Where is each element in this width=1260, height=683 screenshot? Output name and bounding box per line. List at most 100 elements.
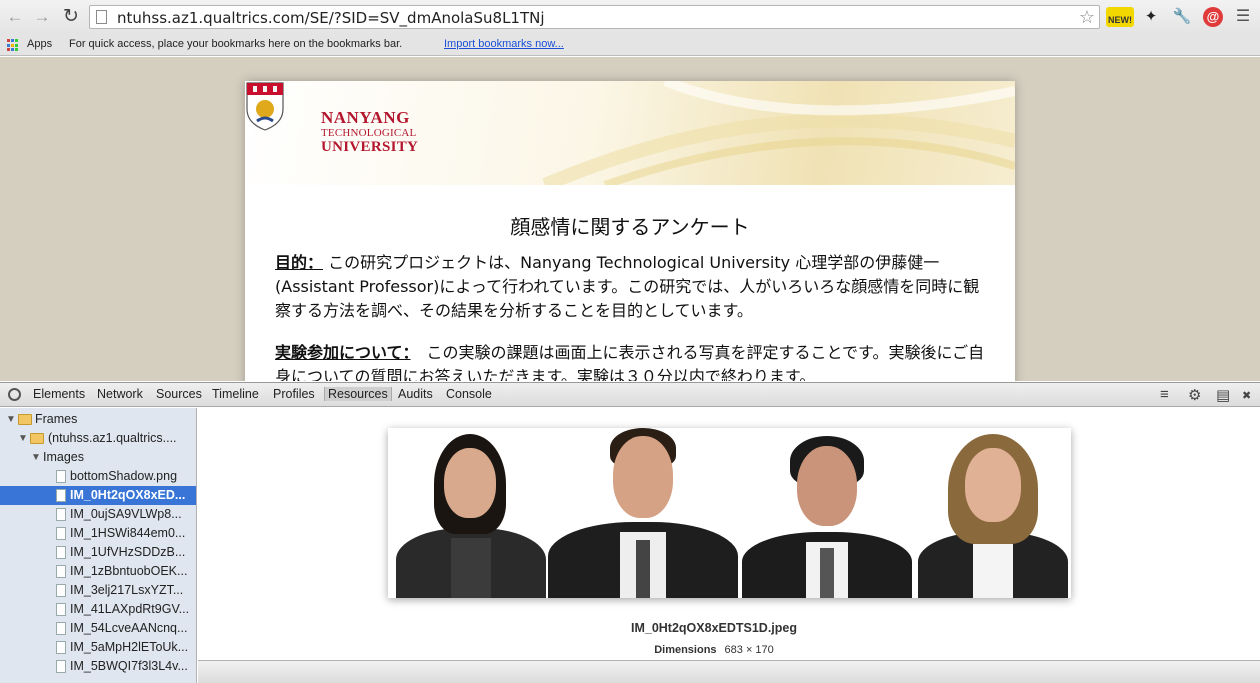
purpose-label: 目的： xyxy=(275,253,324,272)
tree-item-file[interactable]: IM_54LcveAANcnq... xyxy=(0,619,196,638)
tree-file-label: bottomShadow.png xyxy=(70,469,178,483)
tree-file-label: IM_0ujSA9VLWp8... xyxy=(70,507,182,521)
resources-sidebar: ▼ Frames ▼ (ntuhss.az1.qualtrics.... ▼ I… xyxy=(0,408,197,683)
bookmark-star-icon[interactable]: ☆ xyxy=(1079,7,1095,28)
folder-icon xyxy=(30,433,44,444)
apps-bookmark[interactable]: Apps xyxy=(27,38,52,50)
apps-grid-icon[interactable] xyxy=(7,39,20,52)
participation-paragraph: 実験参加について： この実験の課題は画面上に表示される写真を評定することです。実… xyxy=(275,341,985,381)
bookmarks-hint-text: For quick access, place your bookmarks h… xyxy=(69,38,403,50)
inspect-element-icon[interactable] xyxy=(8,388,21,401)
ntu-crest-icon xyxy=(246,82,284,131)
tree-file-label: IM_5BWQI7f3l3L4v... xyxy=(70,659,188,673)
tree-file-label: IM_1UfVHzSDDzB... xyxy=(70,545,186,559)
tree-item-file[interactable]: IM_3elj217LsxYZT... xyxy=(0,581,196,600)
tab-profiles[interactable]: Profiles xyxy=(273,387,315,401)
tree-item-frame[interactable]: ▼ (ntuhss.az1.qualtrics.... xyxy=(0,429,196,448)
tree-item-file[interactable]: IM_5BWQI7f3l3L4v... xyxy=(0,657,196,676)
photo-face xyxy=(797,446,857,526)
tree-item-file[interactable]: IM_1UfVHzSDDzB... xyxy=(0,543,196,562)
tree-item-images[interactable]: ▼ Images xyxy=(0,448,196,467)
dimensions-value: 683 × 170 xyxy=(724,644,774,656)
twitter-bird-icon[interactable]: ✦ xyxy=(1141,7,1161,27)
file-icon xyxy=(56,641,66,654)
expand-triangle-icon[interactable]: ▼ xyxy=(18,429,28,448)
tree-item-file[interactable]: IM_5aMpH2lEToUk... xyxy=(0,638,196,657)
bookmarks-bar: Apps For quick access, place your bookma… xyxy=(0,34,1260,56)
ntu-wordmark: NANYANG TECHNOLOGICAL UNIVERSITY xyxy=(321,109,418,155)
participation-label: 実験参加について： xyxy=(275,343,411,362)
tab-elements[interactable]: Elements xyxy=(33,387,85,401)
tree-item-file[interactable]: IM_41LAXpdRt9GV... xyxy=(0,600,196,619)
tree-file-label: IM_5aMpH2lEToUk... xyxy=(70,640,189,654)
photo-tie xyxy=(636,540,650,598)
settings-gear-icon[interactable]: ⚙ xyxy=(1188,386,1201,404)
survey-card: NANYANG TECHNOLOGICAL UNIVERSITY 顔感情に関する… xyxy=(245,81,1015,381)
console-drawer-icon[interactable]: ≡ xyxy=(1160,386,1169,403)
file-icon xyxy=(56,622,66,635)
page-icon xyxy=(96,10,107,24)
tree-label: Images xyxy=(43,450,84,464)
file-icon xyxy=(56,603,66,616)
page-viewport: NANYANG TECHNOLOGICAL UNIVERSITY 顔感情に関する… xyxy=(0,57,1260,381)
tab-audits[interactable]: Audits xyxy=(398,387,433,401)
address-bar[interactable]: ntuhss.az1.qualtrics.com/SE/?SID=SV_dmAn… xyxy=(89,5,1100,29)
face-photo-1 xyxy=(396,428,546,598)
image-preview xyxy=(388,428,1071,598)
tab-sources[interactable]: Sources xyxy=(156,387,202,401)
tab-resources[interactable]: Resources xyxy=(324,387,392,401)
address-url[interactable]: ntuhss.az1.qualtrics.com/SE/?SID=SV_dmAn… xyxy=(117,9,545,27)
image-dimensions: Dimensions 683 × 170 xyxy=(198,644,1230,656)
import-bookmarks-link[interactable]: Import bookmarks now... xyxy=(444,38,564,50)
file-icon xyxy=(56,584,66,597)
wrench-icon[interactable]: 🔧 xyxy=(1172,7,1192,27)
tab-network[interactable]: Network xyxy=(97,387,143,401)
devtools-tab-bar: Elements Network Sources Timeline Profil… xyxy=(0,382,1260,407)
purpose-text: この研究プロジェクトは、Nanyang Technological Univer… xyxy=(275,253,980,320)
forward-button[interactable]: → xyxy=(31,6,53,28)
face-photo-4 xyxy=(918,428,1068,598)
reload-button[interactable]: ↻ xyxy=(60,6,82,28)
new-badge-extension-icon[interactable]: NEW! xyxy=(1106,7,1134,27)
purpose-paragraph: 目的： この研究プロジェクトは、Nanyang Technological Un… xyxy=(275,251,985,323)
tree-label: (ntuhss.az1.qualtrics.... xyxy=(48,431,177,445)
tree-item-file[interactable]: IM_1zBbntuobOEK... xyxy=(0,562,196,581)
photo-shirt xyxy=(973,544,1013,598)
tree-file-label: IM_1HSWi844em0... xyxy=(70,526,186,540)
file-icon xyxy=(56,660,66,673)
folder-icon xyxy=(18,414,32,425)
back-button[interactable]: ← xyxy=(4,6,26,28)
expand-triangle-icon[interactable]: ▼ xyxy=(31,448,41,467)
file-icon xyxy=(56,527,66,540)
close-devtools-icon[interactable]: ✖ xyxy=(1242,389,1251,402)
tree-item-frames[interactable]: ▼ Frames xyxy=(0,410,196,429)
survey-header-banner: NANYANG TECHNOLOGICAL UNIVERSITY xyxy=(245,81,1015,185)
dock-toggle-icon[interactable]: ▤ xyxy=(1216,386,1230,404)
browser-toolbar: ← → ↻ ntuhss.az1.qualtrics.com/SE/?SID=S… xyxy=(0,0,1260,34)
tree-file-label: IM_1zBbntuobOEK... xyxy=(70,564,188,578)
face-photo-3 xyxy=(742,428,912,598)
file-icon xyxy=(56,546,66,559)
tree-file-label: IM_41LAXpdRt9GV... xyxy=(70,602,190,616)
expand-triangle-icon[interactable]: ▼ xyxy=(6,410,16,429)
tree-label: Frames xyxy=(35,412,78,426)
dimensions-label: Dimensions xyxy=(654,644,717,656)
resource-preview-pane: IM_0Ht2qOX8xEDTS1D.jpeg Dimensions 683 × … xyxy=(198,408,1260,683)
photo-face xyxy=(444,448,496,518)
image-filename: IM_0Ht2qOX8xEDTS1D.jpeg xyxy=(630,621,797,635)
chrome-menu-icon[interactable]: ☰ xyxy=(1234,7,1252,27)
devtools-status-bar xyxy=(198,660,1260,683)
tree-item-file-selected[interactable]: IM_0Ht2qOX8xED... xyxy=(0,486,196,505)
tree-item-file[interactable]: IM_0ujSA9VLWp8... xyxy=(0,505,196,524)
tab-timeline[interactable]: Timeline xyxy=(212,387,259,401)
file-icon xyxy=(56,508,66,521)
tab-console[interactable]: Console xyxy=(446,387,492,401)
at-sign-extension-icon[interactable]: @ xyxy=(1203,7,1223,27)
photo-shirt xyxy=(451,538,491,598)
tree-item-file[interactable]: bottomShadow.png xyxy=(0,467,196,486)
tree-item-file[interactable]: IM_1HSWi844em0... xyxy=(0,524,196,543)
survey-title: 顔感情に関するアンケート xyxy=(510,215,750,239)
file-icon xyxy=(56,565,66,578)
photo-face xyxy=(965,448,1021,522)
face-photo-2 xyxy=(548,428,738,598)
